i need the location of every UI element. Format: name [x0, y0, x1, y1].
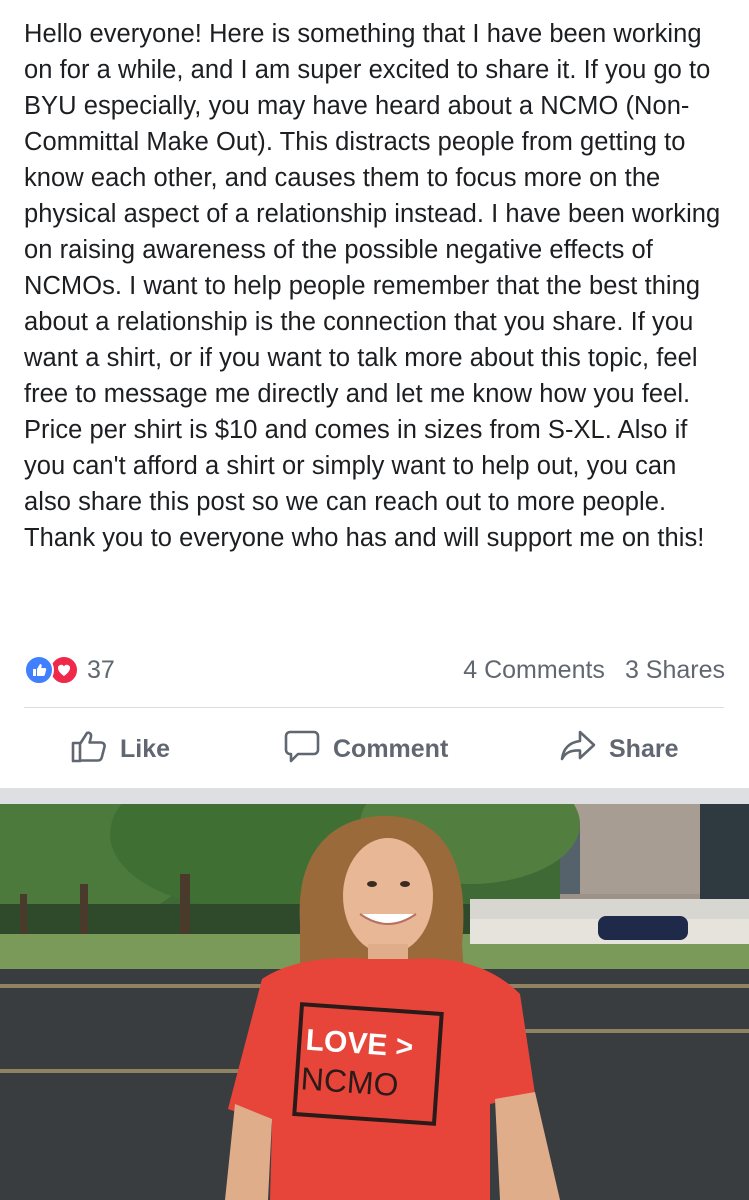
post-action-bar: Like Comment Share	[0, 720, 749, 778]
post-text: Hello everyone! Here is something that I…	[24, 20, 721, 552]
shares-count-link[interactable]: 3 Shares	[625, 656, 725, 685]
post-photo[interactable]: LOVE > NCMO	[0, 804, 749, 1200]
reactions-summary[interactable]: 37	[24, 652, 115, 688]
like-reaction-icon	[24, 655, 54, 685]
share-button[interactable]: Share	[559, 720, 678, 778]
thumbs-up-icon	[70, 728, 108, 771]
feed-separator	[0, 788, 749, 804]
comment-label: Comment	[333, 734, 449, 763]
reaction-count: 37	[87, 655, 115, 684]
comments-count-link[interactable]: 4 Comments	[463, 656, 605, 685]
shirt-text-line2: NCMO	[300, 1060, 400, 1103]
like-button[interactable]: Like	[70, 720, 170, 778]
speech-bubble-icon	[283, 727, 321, 772]
share-label: Share	[609, 734, 679, 763]
post-stats-bar: 37 4 Comments 3 Shares	[0, 648, 749, 692]
divider	[24, 707, 724, 708]
share-arrow-icon	[559, 728, 597, 771]
like-label: Like	[120, 734, 171, 763]
comment-button[interactable]: Comment	[283, 720, 448, 778]
